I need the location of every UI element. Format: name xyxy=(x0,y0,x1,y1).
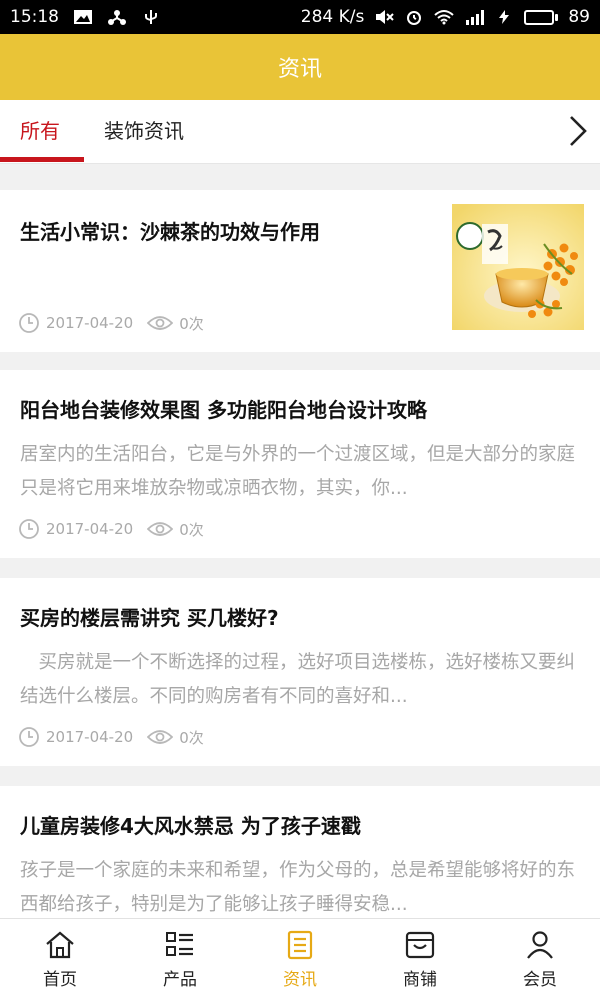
article-card[interactable]: 儿童房装修4大风水禁忌 为了孩子速戳 孩子是一个家庭的未来和希望，作为父母的，总… xyxy=(0,786,600,918)
nav-products[interactable]: 产品 xyxy=(120,919,240,1000)
charging-icon xyxy=(499,10,510,24)
article-title[interactable]: 阳台地台装修效果图 多功能阳台地台设计攻略 xyxy=(20,394,427,423)
article-date: 2017-04-20 xyxy=(46,314,134,332)
article-card[interactable]: 买房的楼层需讲究 买几楼好? 买房就是一个不断选择的过程，选好项目选楼栋，选好楼… xyxy=(0,578,600,766)
status-time: 15:18 xyxy=(10,7,59,27)
user-icon xyxy=(527,931,553,959)
article-date: 2017-04-20 xyxy=(46,520,134,538)
mute-icon xyxy=(376,10,395,24)
usb-icon xyxy=(145,10,157,24)
article-meta: 2017-04-20 0次 xyxy=(18,312,204,334)
battery-icon xyxy=(524,9,559,25)
clock-icon xyxy=(19,519,39,539)
article-views: 0次 xyxy=(179,520,204,539)
nav-label: 首页 xyxy=(43,970,77,990)
article-thumbnail[interactable] xyxy=(452,204,584,330)
article-views: 0次 xyxy=(179,728,204,747)
article-title[interactable]: 儿童房装修4大风水禁忌 为了孩子速戳 xyxy=(20,810,361,839)
chevron-right-icon[interactable] xyxy=(566,114,590,148)
shop-icon xyxy=(405,931,435,959)
nav-label: 会员 xyxy=(523,970,557,990)
article-card[interactable]: 生活小常识：沙棘茶的功效与作用 2017-04-20 0次 xyxy=(0,190,600,352)
nav-member[interactable]: 会员 xyxy=(480,919,600,1000)
wifi-icon xyxy=(434,10,455,25)
network-speed: 284 K/s xyxy=(300,7,365,27)
clock-icon xyxy=(19,727,39,747)
status-bar: 15:18 284 K/s 89 xyxy=(0,0,600,34)
nav-news[interactable]: 资讯 xyxy=(240,919,360,1000)
article-views: 0次 xyxy=(179,314,204,333)
eye-icon xyxy=(147,730,174,744)
article-card[interactable]: 阳台地台装修效果图 多功能阳台地台设计攻略 居室内的生活阳台，它是与外界的一个过… xyxy=(0,370,600,558)
tab-all[interactable]: 所有 xyxy=(20,100,60,164)
nav-home[interactable]: 首页 xyxy=(0,919,120,1000)
clock-icon xyxy=(19,313,39,333)
nav-label: 资讯 xyxy=(283,970,317,990)
page-title: 资讯 xyxy=(277,57,322,82)
alarm-icon xyxy=(407,11,422,25)
list-icon xyxy=(166,932,193,956)
category-tabs: 所有 装饰资讯 xyxy=(0,100,600,164)
tab-decoration-news[interactable]: 装饰资讯 xyxy=(104,100,184,164)
article-title[interactable]: 生活小常识：沙棘茶的功效与作用 xyxy=(20,216,320,245)
eye-icon xyxy=(147,316,174,330)
article-summary: 孩子是一个家庭的未来和希望，作为父母的，总是希望能够将好的东西都给孩子，特别是为… xyxy=(20,860,576,915)
article-date: 2017-04-20 xyxy=(46,728,134,746)
seabuckthorn-tea-image xyxy=(452,204,584,330)
article-meta: 2017-04-20 0次 xyxy=(18,518,204,540)
battery-level: 89 xyxy=(568,7,590,27)
nav-shop[interactable]: 商铺 xyxy=(360,919,480,1000)
article-summary: 居室内的生活阳台，它是与外界的一个过渡区域，但是大部分的家庭只是将它用来堆放杂物… xyxy=(20,444,576,499)
home-icon xyxy=(46,931,74,959)
signal-icon xyxy=(466,10,485,25)
bottom-navigation: 首页 产品 资讯 商铺 会员 xyxy=(0,918,600,1000)
nav-label: 商铺 xyxy=(403,970,437,990)
page-header: 资讯 xyxy=(0,34,600,100)
article-summary: 买房就是一个不断选择的过程，选好项目选楼栋，选好楼栋又要纠结选什么楼层。不同的购… xyxy=(20,652,576,707)
news-icon xyxy=(287,930,313,960)
active-tab-indicator xyxy=(0,157,84,162)
nav-label: 产品 xyxy=(163,970,197,990)
eye-icon xyxy=(147,522,174,536)
article-title[interactable]: 买房的楼层需讲究 买几楼好? xyxy=(20,602,279,631)
photo-notification-icon xyxy=(74,10,92,24)
article-meta: 2017-04-20 0次 xyxy=(18,726,204,748)
share-notification-icon xyxy=(108,10,126,25)
